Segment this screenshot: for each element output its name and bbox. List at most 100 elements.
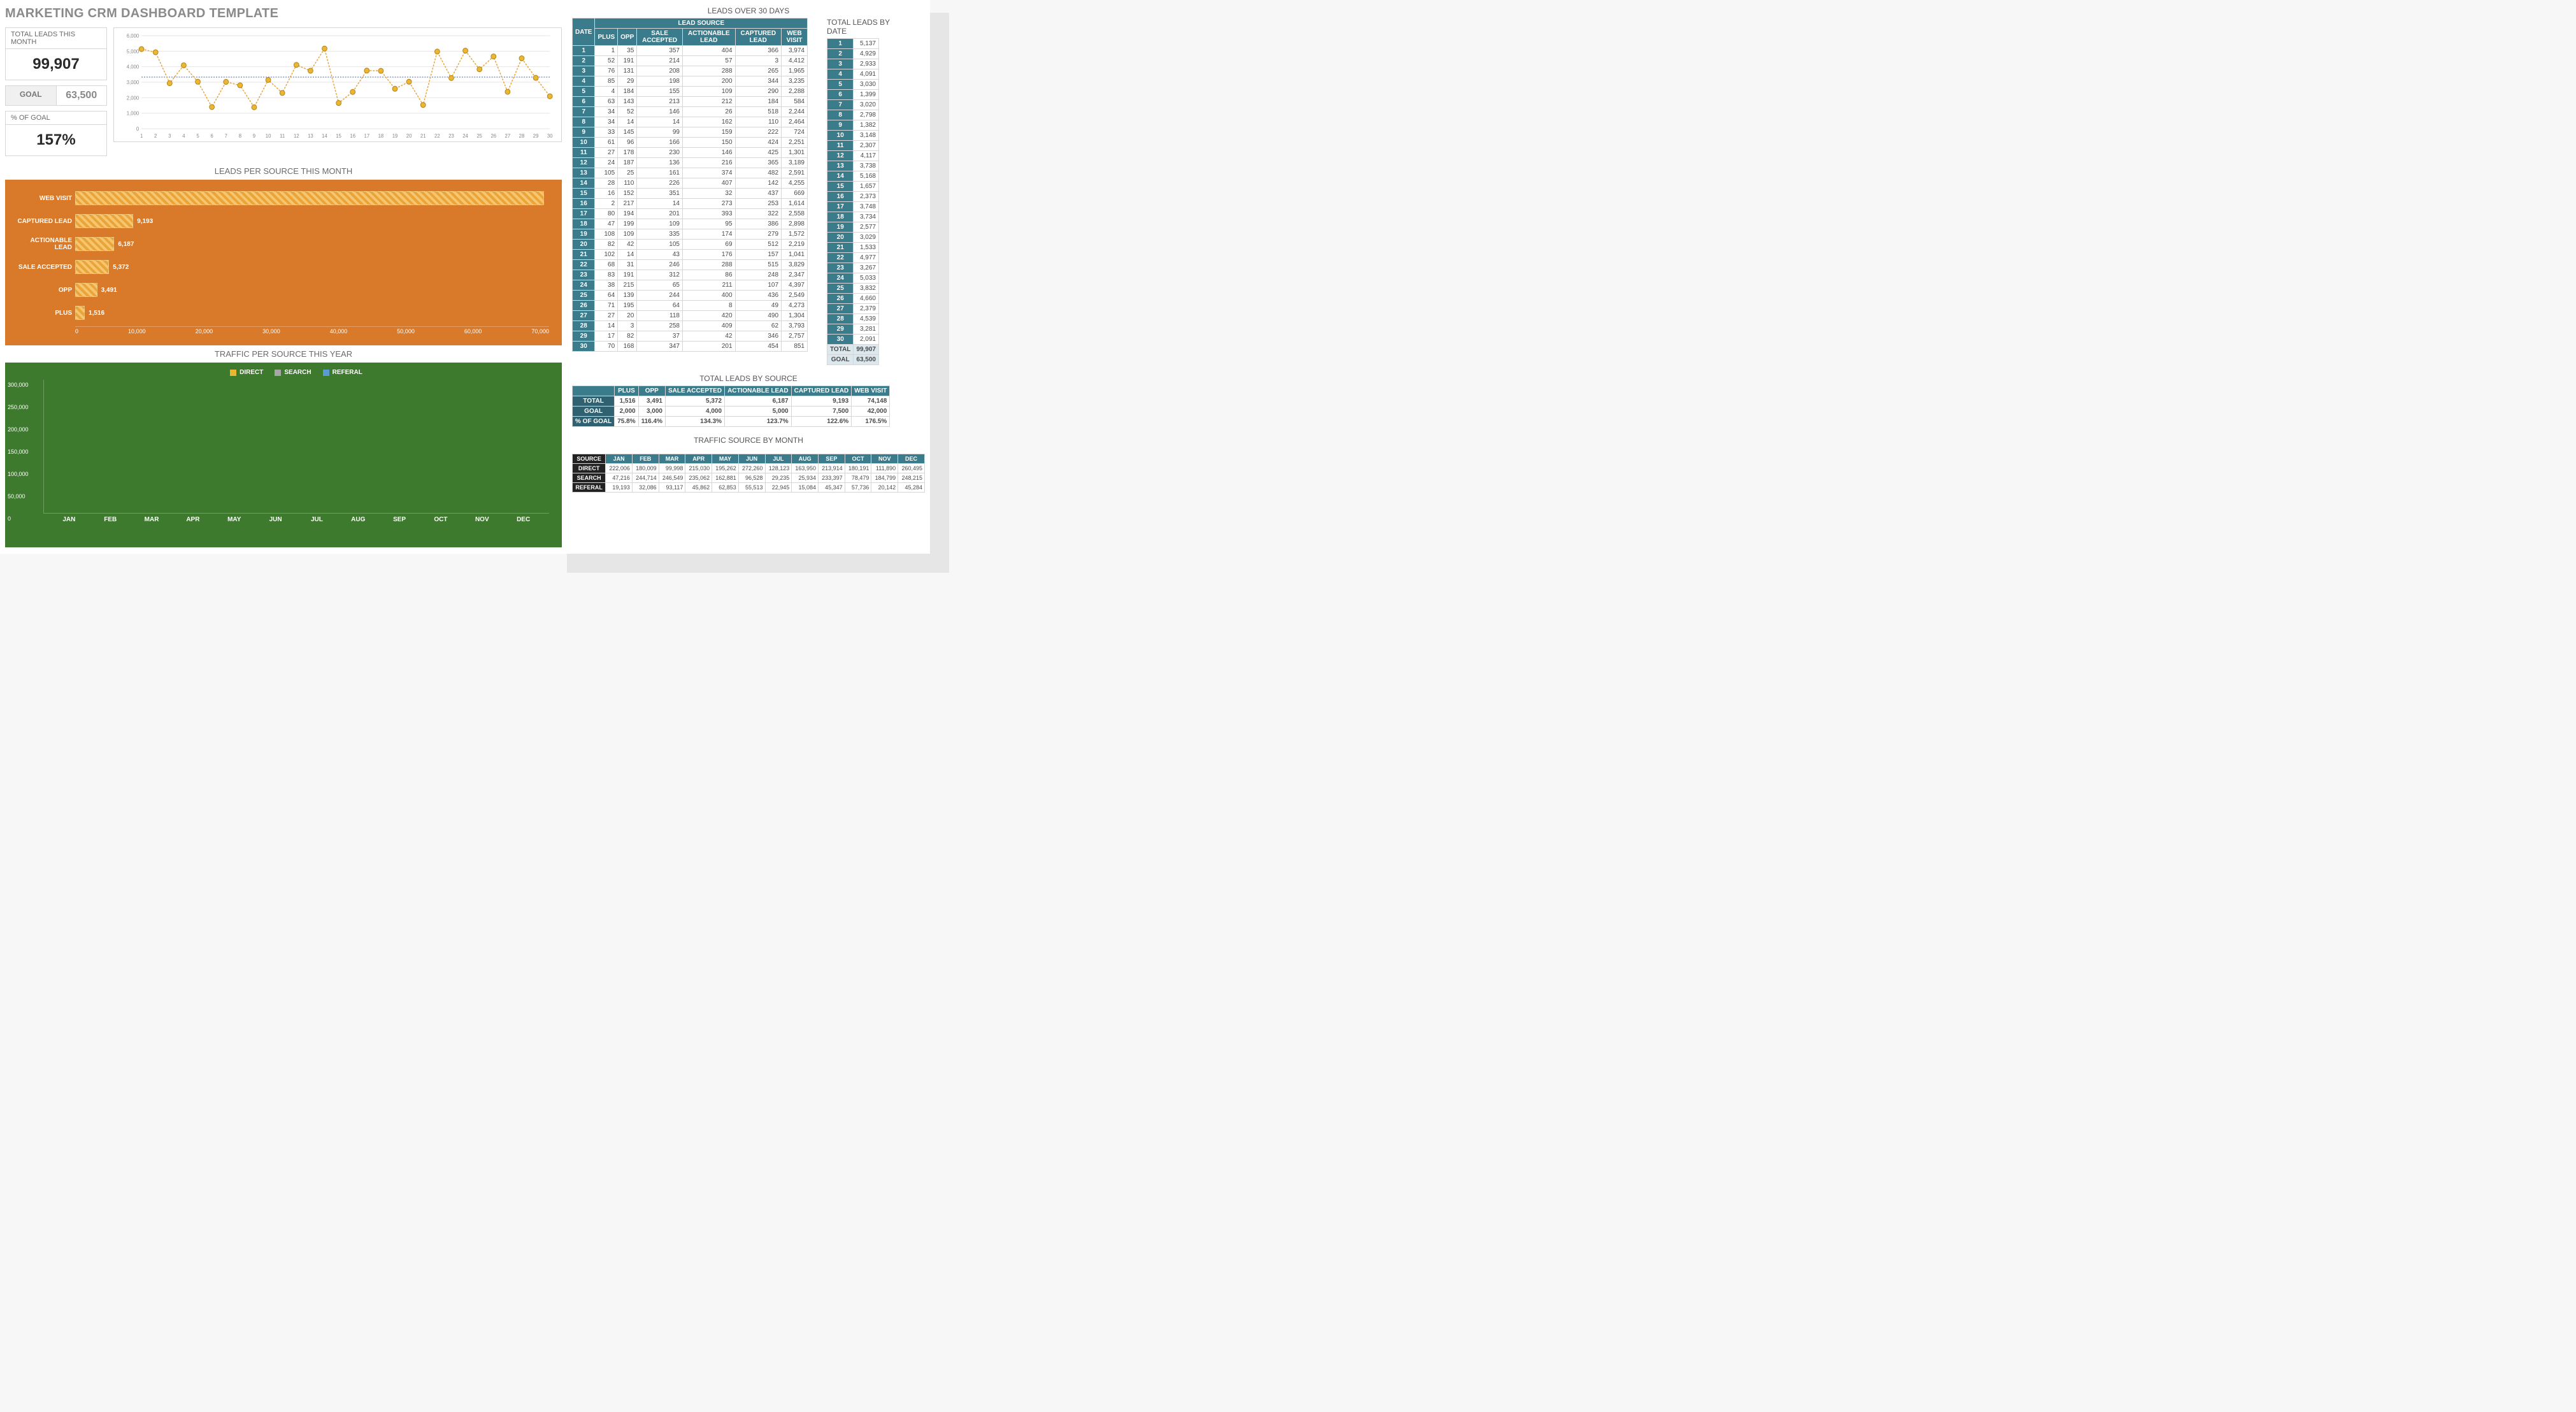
svg-text:2: 2 xyxy=(154,133,157,139)
kpi-label: TOTAL LEADS THIS MONTH xyxy=(6,28,106,49)
column-chart-traffic: DIRECT SEARCH REFERAL JANFEBMARAPRMAYJUN… xyxy=(5,363,562,547)
table-title: TOTAL LEADS BY DATE xyxy=(827,18,910,36)
line-chart-svg: 01,0002,0003,0004,0005,0006,000123456789… xyxy=(120,32,555,140)
axis-tick: JUN xyxy=(255,514,296,523)
svg-text:21: 21 xyxy=(420,133,426,139)
kpi-value: 157% xyxy=(6,125,106,155)
kpi-label: GOAL xyxy=(6,86,57,105)
kpi-value: 63,500 xyxy=(57,86,107,105)
axis-tick: 70,000 xyxy=(531,328,549,335)
bar-label: OPP xyxy=(11,287,72,294)
svg-text:16: 16 xyxy=(350,133,355,139)
svg-text:26: 26 xyxy=(490,133,496,139)
axis-tick: APR xyxy=(172,514,213,523)
section-title: TRAFFIC PER SOURCE THIS YEAR xyxy=(5,345,562,363)
dashboard-page: MARKETING CRM DASHBOARD TEMPLATE TOTAL L… xyxy=(0,0,930,554)
svg-text:4: 4 xyxy=(182,133,185,139)
bar xyxy=(75,214,133,228)
bar-row: SALE ACCEPTED 5,372 xyxy=(75,257,549,277)
bar-row: PLUS 1,516 xyxy=(75,303,549,322)
table-title: LEADS OVER 30 DAYS xyxy=(572,6,925,15)
axis-tick: 30,000 xyxy=(262,328,280,335)
traffic-by-month-table: SOURCEJANFEBMARAPRMAYJUNJULAUGSEPOCTNOVD… xyxy=(572,454,925,493)
axis-tick: 0 xyxy=(75,328,78,335)
axis-tick: JAN xyxy=(48,514,90,523)
bar xyxy=(75,283,97,297)
axis-tick: DEC xyxy=(503,514,544,523)
bar-label: CAPTURED LEAD xyxy=(11,218,72,225)
svg-text:19: 19 xyxy=(392,133,398,139)
axis-tick: MAY xyxy=(213,514,255,523)
svg-text:5,000: 5,000 xyxy=(127,48,140,54)
legend-swatch-icon xyxy=(275,370,281,376)
totals-by-source-table: PLUSOPPSALE ACCEPTEDACTIONABLE LEADCAPTU… xyxy=(572,385,890,427)
axis-tick: NOV xyxy=(461,514,503,523)
svg-text:1,000: 1,000 xyxy=(127,111,140,117)
legend: DIRECT SEARCH REFERAL xyxy=(43,369,549,380)
legend-label: DIRECT xyxy=(240,369,263,376)
kpi-value: 99,907 xyxy=(6,49,106,80)
legend-label: SEARCH xyxy=(284,369,311,376)
column-chart-xaxis: JANFEBMARAPRMAYJUNJULAUGSEPOCTNOVDEC xyxy=(43,514,549,523)
left-panel: MARKETING CRM DASHBOARD TEMPLATE TOTAL L… xyxy=(0,0,567,554)
bar-row: WEB VISIT xyxy=(75,189,549,208)
column-chart-plot xyxy=(43,380,549,514)
axis-tick: 10,000 xyxy=(128,328,146,335)
bar-label: SALE ACCEPTED xyxy=(11,264,72,271)
legend-item-referal: REFERAL xyxy=(323,369,362,376)
right-panel: LEADS OVER 30 DAYS DATELEAD SOURCEPLUSOP… xyxy=(567,0,930,554)
svg-text:9: 9 xyxy=(253,133,255,139)
bar-chart-leads-source: WEB VISIT CAPTURED LEAD 9,193 ACTIONABLE… xyxy=(5,180,562,345)
svg-text:0: 0 xyxy=(136,126,140,132)
svg-text:24: 24 xyxy=(462,133,468,139)
table-title: TOTAL LEADS BY SOURCE xyxy=(572,374,925,383)
axis-tick: 100,000 xyxy=(8,471,29,477)
kpi-pct-goal: % OF GOAL 157% xyxy=(5,111,107,156)
svg-text:20: 20 xyxy=(406,133,412,139)
kpi-column: TOTAL LEADS THIS MONTH 99,907 GOAL 63,50… xyxy=(5,27,107,156)
kpi-total-leads: TOTAL LEADS THIS MONTH 99,907 xyxy=(5,27,107,80)
svg-text:14: 14 xyxy=(322,133,327,139)
svg-text:4,000: 4,000 xyxy=(127,64,140,70)
legend-label: REFERAL xyxy=(333,369,362,376)
svg-text:6: 6 xyxy=(210,133,213,139)
axis-tick: 40,000 xyxy=(330,328,348,335)
bar-row: ACTIONABLE LEAD 6,187 xyxy=(75,234,549,254)
bar xyxy=(75,306,85,320)
svg-text:6,000: 6,000 xyxy=(127,33,140,39)
svg-text:29: 29 xyxy=(533,133,539,139)
legend-item-search: SEARCH xyxy=(275,369,311,376)
svg-text:2,000: 2,000 xyxy=(127,95,140,101)
axis-tick: MAR xyxy=(131,514,173,523)
legend-swatch-icon xyxy=(230,370,236,376)
table-title: TRAFFIC SOURCE BY MONTH xyxy=(572,436,925,445)
svg-text:23: 23 xyxy=(448,133,454,139)
bar xyxy=(75,191,544,205)
axis-tick: 250,000 xyxy=(8,404,29,410)
line-chart-daily-leads: 01,0002,0003,0004,0005,0006,000123456789… xyxy=(113,27,562,142)
axis-tick: AUG xyxy=(338,514,379,523)
axis-tick: 300,000 xyxy=(8,382,29,388)
section-title: LEADS PER SOURCE THIS MONTH xyxy=(5,162,562,180)
legend-swatch-icon xyxy=(323,370,329,376)
bar-row: OPP 3,491 xyxy=(75,280,549,299)
svg-text:11: 11 xyxy=(280,133,285,139)
axis-tick: 150,000 xyxy=(8,449,29,455)
bar-label: ACTIONABLE LEAD xyxy=(11,237,72,251)
leads-30-table: DATELEAD SOURCEPLUSOPPSALE ACCEPTEDACTIO… xyxy=(572,18,808,352)
axis-tick: SEP xyxy=(379,514,420,523)
axis-tick: 60,000 xyxy=(464,328,482,335)
svg-text:3: 3 xyxy=(168,133,171,139)
svg-text:5: 5 xyxy=(196,133,199,139)
svg-text:7: 7 xyxy=(225,133,227,139)
axis-tick: OCT xyxy=(420,514,462,523)
kpi-label: % OF GOAL xyxy=(6,112,106,125)
page-title: MARKETING CRM DASHBOARD TEMPLATE xyxy=(5,6,562,21)
bar-label: PLUS xyxy=(11,310,72,317)
axis-tick: FEB xyxy=(90,514,131,523)
bar xyxy=(75,260,109,274)
axis-tick: 0 xyxy=(8,515,11,522)
axis-tick: 20,000 xyxy=(196,328,213,335)
svg-text:12: 12 xyxy=(294,133,299,139)
axis-tick: 50,000 xyxy=(8,493,25,500)
